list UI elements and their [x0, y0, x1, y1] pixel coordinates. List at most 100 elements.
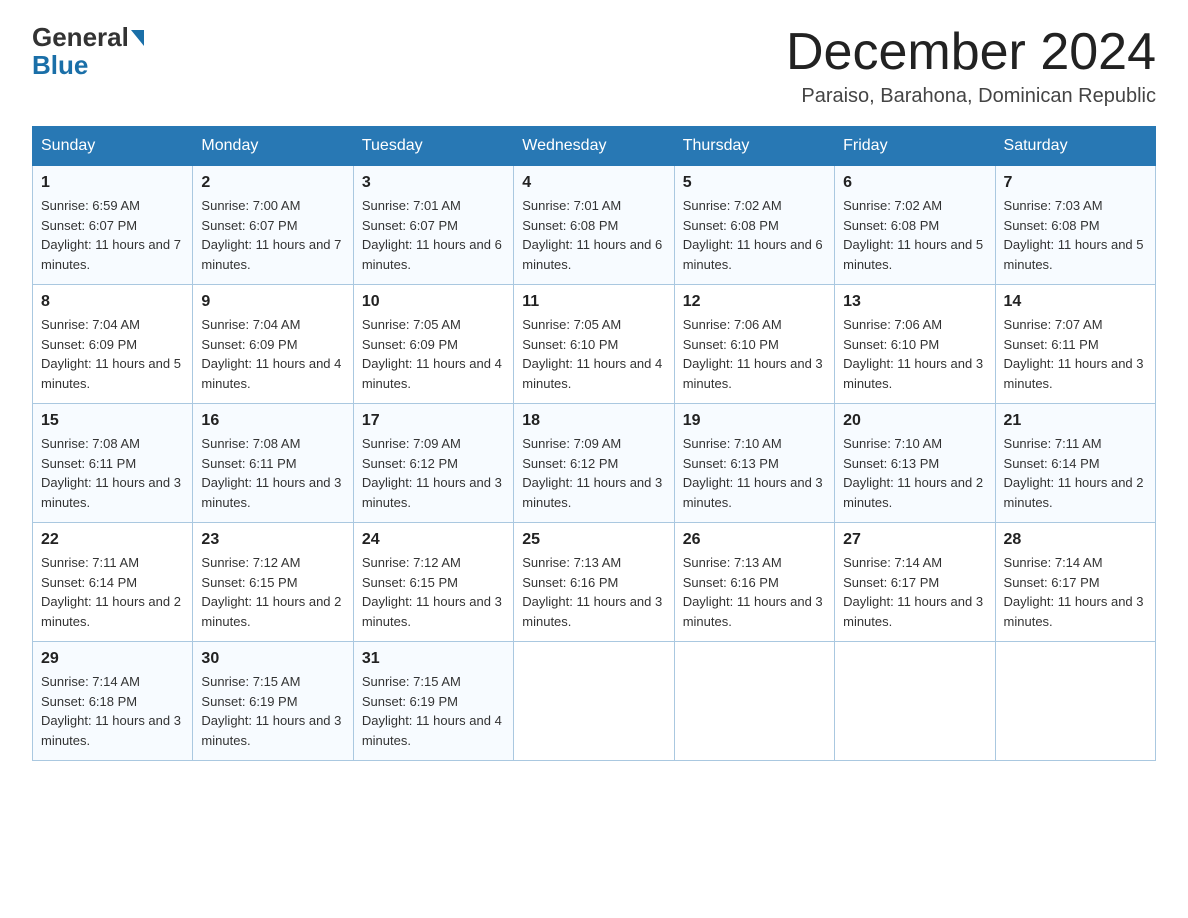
day-number: 15 — [41, 412, 184, 430]
calendar-cell: 25 Sunrise: 7:13 AMSunset: 6:16 PMDayligh… — [514, 523, 674, 642]
day-number: 8 — [41, 293, 184, 311]
day-info: Sunrise: 7:12 AMSunset: 6:15 PMDaylight:… — [201, 553, 344, 631]
day-info: Sunrise: 7:06 AMSunset: 6:10 PMDaylight:… — [683, 315, 826, 393]
day-number: 23 — [201, 531, 344, 549]
calendar-cell: 7Sunrise: 7:03 AMSunset: 6:08 PMDaylight… — [995, 166, 1155, 285]
day-number: 24 — [362, 531, 505, 549]
calendar-cell: 30 Sunrise: 7:15 AMSunset: 6:19 PMDayligh… — [193, 642, 353, 761]
calendar-cell: 3 Sunrise: 7:01 AMSunset: 6:07 PMDaylight… — [353, 166, 513, 285]
logo-blue: Blue — [32, 50, 88, 81]
day-number: 12 — [683, 293, 826, 311]
day-info: Sunrise: 7:12 AMSunset: 6:15 PMDaylight:… — [362, 553, 505, 631]
day-info: Sunrise: 7:05 AMSunset: 6:09 PMDaylight:… — [362, 315, 505, 393]
day-info: Sunrise: 7:03 AMSunset: 6:08 PMDaylight:… — [1004, 196, 1147, 274]
calendar-cell — [674, 642, 834, 761]
day-number: 16 — [201, 412, 344, 430]
calendar-cell: 18Sunrise: 7:09 AMSunset: 6:12 PMDayligh… — [514, 404, 674, 523]
calendar-cell: 24 Sunrise: 7:12 AMSunset: 6:15 PMDayligh… — [353, 523, 513, 642]
day-number: 1 — [41, 174, 184, 192]
logo-text: General — [32, 24, 144, 50]
col-sunday: Sunday — [33, 127, 193, 166]
day-number: 13 — [843, 293, 986, 311]
logo-arrow-icon — [131, 30, 144, 46]
calendar-cell: 23 Sunrise: 7:12 AMSunset: 6:15 PMDayligh… — [193, 523, 353, 642]
day-number: 20 — [843, 412, 986, 430]
calendar-cell: 1Sunrise: 6:59 AMSunset: 6:07 PMDaylight… — [33, 166, 193, 285]
day-info: Sunrise: 7:15 AMSunset: 6:19 PMDaylight:… — [362, 672, 505, 750]
day-info: Sunrise: 7:00 AMSunset: 6:07 PMDaylight:… — [201, 196, 344, 274]
col-friday: Friday — [835, 127, 995, 166]
calendar-week-row: 15 Sunrise: 7:08 AMSunset: 6:11 PMDayligh… — [33, 404, 1156, 523]
day-info: Sunrise: 7:14 AMSunset: 6:17 PMDaylight:… — [843, 553, 986, 631]
day-number: 28 — [1004, 531, 1147, 549]
calendar-cell: 13 Sunrise: 7:06 AMSunset: 6:10 PMDayligh… — [835, 285, 995, 404]
day-info: Sunrise: 7:01 AMSunset: 6:07 PMDaylight:… — [362, 196, 505, 274]
day-number: 17 — [362, 412, 505, 430]
day-info: Sunrise: 7:10 AMSunset: 6:13 PMDaylight:… — [843, 434, 986, 512]
calendar-cell: 12 Sunrise: 7:06 AMSunset: 6:10 PMDayligh… — [674, 285, 834, 404]
day-number: 25 — [522, 531, 665, 549]
calendar-week-row: 29 Sunrise: 7:14 AMSunset: 6:18 PMDayligh… — [33, 642, 1156, 761]
day-info: Sunrise: 7:04 AMSunset: 6:09 PMDaylight:… — [41, 315, 184, 393]
day-info: Sunrise: 7:08 AMSunset: 6:11 PMDaylight:… — [41, 434, 184, 512]
calendar-cell: 22 Sunrise: 7:11 AMSunset: 6:14 PMDayligh… — [33, 523, 193, 642]
title-block: December 2024 Paraiso, Barahona, Dominic… — [786, 24, 1156, 108]
calendar-cell: 15 Sunrise: 7:08 AMSunset: 6:11 PMDayligh… — [33, 404, 193, 523]
calendar-cell: 11 Sunrise: 7:05 AMSunset: 6:10 PMDayligh… — [514, 285, 674, 404]
col-wednesday: Wednesday — [514, 127, 674, 166]
calendar-cell: 5 Sunrise: 7:02 AMSunset: 6:08 PMDaylight… — [674, 166, 834, 285]
day-number: 14 — [1004, 293, 1147, 311]
col-monday: Monday — [193, 127, 353, 166]
calendar-cell: 31 Sunrise: 7:15 AMSunset: 6:19 PMDayligh… — [353, 642, 513, 761]
day-info: Sunrise: 7:06 AMSunset: 6:10 PMDaylight:… — [843, 315, 986, 393]
day-info: Sunrise: 7:02 AMSunset: 6:08 PMDaylight:… — [683, 196, 826, 274]
day-info: Sunrise: 7:05 AMSunset: 6:10 PMDaylight:… — [522, 315, 665, 393]
calendar-cell — [835, 642, 995, 761]
day-info: Sunrise: 7:01 AMSunset: 6:08 PMDaylight:… — [522, 196, 665, 274]
day-info: Sunrise: 7:04 AMSunset: 6:09 PMDaylight:… — [201, 315, 344, 393]
logo: General Blue — [32, 24, 144, 81]
day-number: 11 — [522, 293, 665, 311]
day-number: 26 — [683, 531, 826, 549]
calendar-week-row: 8 Sunrise: 7:04 AMSunset: 6:09 PMDaylight… — [33, 285, 1156, 404]
calendar-cell: 10Sunrise: 7:05 AMSunset: 6:09 PMDayligh… — [353, 285, 513, 404]
calendar-cell: 4Sunrise: 7:01 AMSunset: 6:08 PMDaylight… — [514, 166, 674, 285]
calendar-cell: 14 Sunrise: 7:07 AMSunset: 6:11 PMDayligh… — [995, 285, 1155, 404]
calendar-cell: 20 Sunrise: 7:10 AMSunset: 6:13 PMDayligh… — [835, 404, 995, 523]
day-info: Sunrise: 7:10 AMSunset: 6:13 PMDaylight:… — [683, 434, 826, 512]
day-info: Sunrise: 7:07 AMSunset: 6:11 PMDaylight:… — [1004, 315, 1147, 393]
calendar-cell: 9Sunrise: 7:04 AMSunset: 6:09 PMDaylight… — [193, 285, 353, 404]
day-number: 2 — [201, 174, 344, 192]
calendar-body: 1Sunrise: 6:59 AMSunset: 6:07 PMDaylight… — [33, 166, 1156, 761]
day-number: 19 — [683, 412, 826, 430]
calendar-cell: 29 Sunrise: 7:14 AMSunset: 6:18 PMDayligh… — [33, 642, 193, 761]
calendar-cell: 21Sunrise: 7:11 AMSunset: 6:14 PMDayligh… — [995, 404, 1155, 523]
day-info: Sunrise: 7:02 AMSunset: 6:08 PMDaylight:… — [843, 196, 986, 274]
calendar-cell: 27 Sunrise: 7:14 AMSunset: 6:17 PMDayligh… — [835, 523, 995, 642]
day-number: 30 — [201, 650, 344, 668]
day-number: 29 — [41, 650, 184, 668]
logo-general: General — [32, 24, 129, 50]
day-info: Sunrise: 7:15 AMSunset: 6:19 PMDaylight:… — [201, 672, 344, 750]
day-info: Sunrise: 7:14 AMSunset: 6:18 PMDaylight:… — [41, 672, 184, 750]
day-info: Sunrise: 7:14 AMSunset: 6:17 PMDaylight:… — [1004, 553, 1147, 631]
day-number: 3 — [362, 174, 505, 192]
day-info: Sunrise: 7:11 AMSunset: 6:14 PMDaylight:… — [41, 553, 184, 631]
day-info: Sunrise: 7:09 AMSunset: 6:12 PMDaylight:… — [362, 434, 505, 512]
day-number: 21 — [1004, 412, 1147, 430]
day-info: Sunrise: 7:13 AMSunset: 6:16 PMDaylight:… — [522, 553, 665, 631]
day-number: 27 — [843, 531, 986, 549]
col-thursday: Thursday — [674, 127, 834, 166]
day-info: Sunrise: 7:13 AMSunset: 6:16 PMDaylight:… — [683, 553, 826, 631]
day-number: 5 — [683, 174, 826, 192]
calendar-table: Sunday Monday Tuesday Wednesday Thursday… — [32, 126, 1156, 761]
col-tuesday: Tuesday — [353, 127, 513, 166]
day-number: 31 — [362, 650, 505, 668]
calendar-cell: 16Sunrise: 7:08 AMSunset: 6:11 PMDayligh… — [193, 404, 353, 523]
day-number: 18 — [522, 412, 665, 430]
day-number: 22 — [41, 531, 184, 549]
calendar-cell: 8 Sunrise: 7:04 AMSunset: 6:09 PMDaylight… — [33, 285, 193, 404]
month-title: December 2024 — [786, 24, 1156, 81]
calendar-cell — [995, 642, 1155, 761]
calendar-cell: 6Sunrise: 7:02 AMSunset: 6:08 PMDaylight… — [835, 166, 995, 285]
